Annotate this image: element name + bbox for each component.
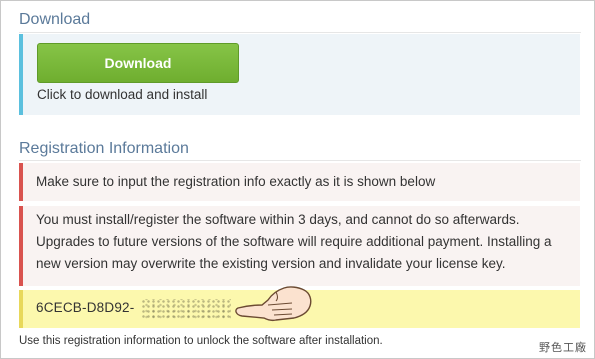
download-caption: Click to download and install	[37, 87, 208, 102]
download-button[interactable]: Download	[37, 43, 239, 83]
registration-warning: You must install/register the software w…	[19, 206, 580, 286]
warning-line: new version may overwrite the existing v…	[36, 256, 506, 271]
download-panel: Download Click to download and install	[19, 34, 580, 115]
watermark-logo: 野色工廠	[539, 342, 587, 354]
redacted-key-blur	[141, 299, 231, 319]
registration-footnote: Use this registration information to unl…	[19, 335, 383, 347]
registration-section-title: Registration Information	[19, 140, 189, 157]
divider	[19, 32, 581, 33]
divider	[19, 160, 581, 161]
registration-notice: Make sure to input the registration info…	[19, 163, 580, 201]
registration-key[interactable]: 6CECB-D8D92-	[36, 300, 134, 315]
warning-line: Upgrades to future versions of the softw…	[36, 234, 552, 249]
pointing-hand-icon	[235, 286, 312, 322]
download-section-title: Download	[19, 11, 91, 28]
notice-text: Make sure to input the registration info…	[36, 174, 436, 189]
warning-line: You must install/register the software w…	[36, 212, 520, 227]
